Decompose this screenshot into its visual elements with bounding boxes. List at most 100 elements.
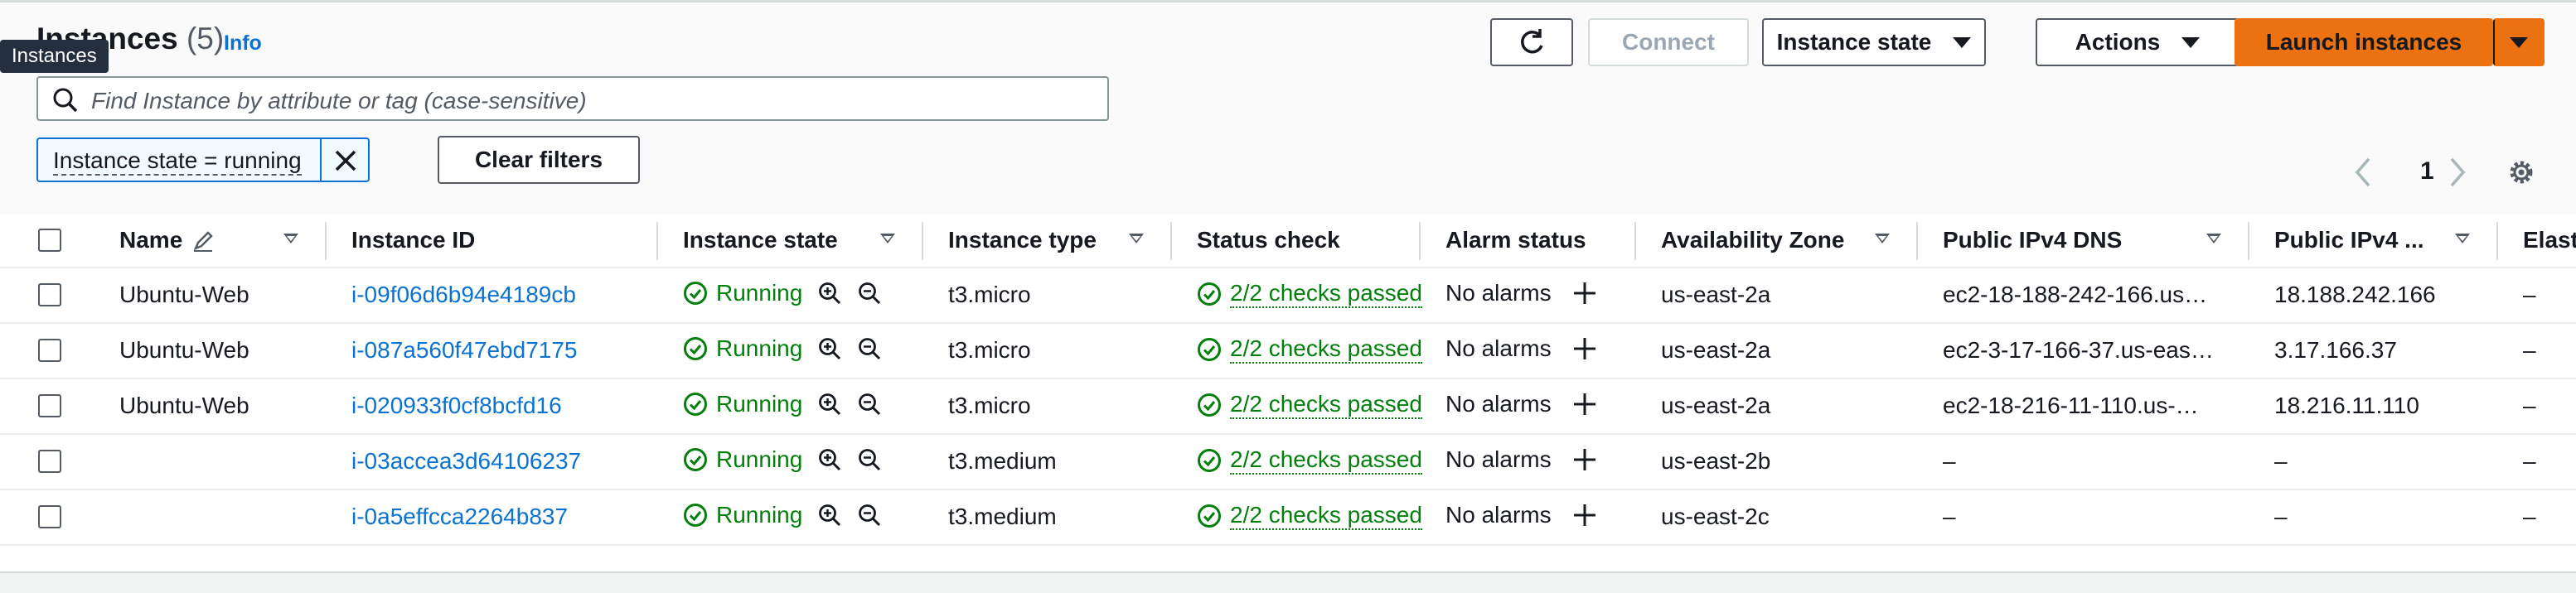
instance-id-link[interactable]: i-0a5effcca2264b837: [351, 504, 568, 530]
row-checkbox[interactable]: [38, 450, 61, 473]
add-alarm-button[interactable]: [1571, 280, 1598, 306]
alarm-status: No alarms: [1445, 446, 1598, 473]
column-divider[interactable]: [922, 222, 923, 260]
zoom-in-button[interactable]: [817, 447, 842, 472]
column-header-alarm-status[interactable]: Alarm status: [1445, 227, 1586, 253]
clear-filters-button[interactable]: Clear filters: [438, 136, 640, 184]
column-divider[interactable]: [656, 222, 658, 260]
column-header-elastic-ip[interactable]: Elast: [2523, 227, 2576, 253]
zoom-out-icon[interactable]: [857, 503, 882, 528]
zoom-in-button[interactable]: [817, 281, 842, 306]
instance-state-label: Running: [716, 391, 803, 417]
launch-instances-button[interactable]: Launch instances: [2235, 18, 2493, 66]
column-header-name[interactable]: Name: [119, 227, 182, 253]
column-header-instance-state[interactable]: Instance state: [683, 227, 838, 253]
add-alarm-button[interactable]: [1571, 446, 1598, 473]
zoom-in-button[interactable]: [817, 336, 842, 361]
chevron-left-icon[interactable]: [2351, 156, 2375, 189]
sort-icon[interactable]: [2206, 234, 2221, 243]
sort-icon[interactable]: [2455, 234, 2470, 243]
row-checkbox[interactable]: [38, 339, 61, 362]
status-check-label[interactable]: 2/2 checks passed: [1230, 280, 1422, 308]
refresh-button[interactable]: [1490, 18, 1573, 66]
zoom-out-button[interactable]: [857, 503, 882, 528]
zoom-out-button[interactable]: [857, 281, 882, 306]
status-check-label[interactable]: 2/2 checks passed: [1230, 446, 1422, 475]
sort-icon[interactable]: [1875, 234, 1890, 243]
zoom-in-icon[interactable]: [817, 392, 842, 417]
row-checkbox[interactable]: [38, 394, 61, 417]
zoom-in-button[interactable]: [817, 392, 842, 417]
column-header-availability-zone[interactable]: Availability Zone: [1661, 227, 1844, 253]
column-header-status-check[interactable]: Status check: [1197, 227, 1340, 253]
add-alarm-icon[interactable]: [1571, 335, 1598, 362]
info-link[interactable]: Info: [224, 31, 262, 55]
row-checkbox[interactable]: [38, 505, 61, 528]
alarm-status: No alarms: [1445, 502, 1598, 528]
zoom-in-icon[interactable]: [817, 336, 842, 361]
alarm-status-label: No alarms: [1445, 280, 1552, 306]
column-divider[interactable]: [2496, 222, 2498, 260]
zoom-out-button[interactable]: [857, 392, 882, 417]
row-checkbox[interactable]: [38, 283, 61, 306]
row-divider: [0, 489, 2576, 490]
zoom-out-icon[interactable]: [857, 447, 882, 472]
instance-id-link[interactable]: i-020933f0cf8bcfd16: [351, 393, 562, 419]
status-check-label[interactable]: 2/2 checks passed: [1230, 502, 1422, 530]
connect-button[interactable]: Connect: [1588, 18, 1749, 66]
header-divider: [0, 267, 2576, 268]
column-header-instance-type[interactable]: Instance type: [948, 227, 1097, 253]
sort-icon[interactable]: [880, 234, 895, 243]
column-divider[interactable]: [1419, 222, 1421, 260]
filter-token-label: Instance state = running: [53, 147, 302, 176]
zoom-out-icon[interactable]: [857, 336, 882, 361]
zoom-in-button[interactable]: [817, 503, 842, 528]
instance-id-link[interactable]: i-09f06d6b94e4189cb: [351, 282, 576, 308]
edit-icon: [193, 231, 213, 252]
bottom-split-panel-bar[interactable]: [0, 571, 2576, 593]
zoom-in-icon[interactable]: [817, 281, 842, 306]
public-ip: 18.188.242.166: [2274, 282, 2436, 307]
add-alarm-icon[interactable]: [1571, 391, 1598, 417]
add-alarm-icon[interactable]: [1571, 502, 1598, 528]
column-header-public-dns[interactable]: Public IPv4 DNS: [1943, 227, 2122, 253]
add-alarm-button[interactable]: [1571, 335, 1598, 362]
add-alarm-button[interactable]: [1571, 502, 1598, 528]
column-divider[interactable]: [1916, 222, 1918, 260]
column-header-instance-id[interactable]: Instance ID: [351, 227, 475, 253]
close-icon[interactable]: [333, 148, 358, 173]
zoom-out-button[interactable]: [857, 336, 882, 361]
zoom-out-button[interactable]: [857, 447, 882, 472]
search-input[interactable]: Find Instance by attribute or tag (case-…: [36, 76, 1109, 121]
column-divider[interactable]: [1170, 222, 1172, 260]
column-divider[interactable]: [1634, 222, 1636, 260]
add-alarm-icon[interactable]: [1571, 446, 1598, 473]
zoom-out-icon[interactable]: [857, 281, 882, 306]
instance-state-label: Running: [716, 335, 803, 361]
sort-icon[interactable]: [1129, 234, 1144, 243]
refresh-icon: [1521, 29, 1543, 54]
column-header-public-ip[interactable]: Public IPv4 ...: [2274, 227, 2424, 253]
add-alarm-button[interactable]: [1571, 391, 1598, 417]
zoom-in-icon[interactable]: [817, 503, 842, 528]
sort-icon[interactable]: [283, 234, 298, 243]
instance-id-link[interactable]: i-087a560f47ebd7175: [351, 337, 577, 364]
gear-icon[interactable]: [2506, 157, 2536, 187]
top-border: [0, 0, 2576, 2]
add-alarm-icon[interactable]: [1571, 280, 1598, 306]
column-divider[interactable]: [2248, 222, 2249, 260]
page-number[interactable]: 1: [2420, 157, 2434, 186]
instance-id-link[interactable]: i-03accea3d64106237: [351, 448, 581, 475]
chevron-right-icon[interactable]: [2445, 156, 2470, 189]
zoom-in-icon[interactable]: [817, 447, 842, 472]
select-all-checkbox[interactable]: [38, 229, 61, 252]
status-check-label[interactable]: 2/2 checks passed: [1230, 391, 1422, 419]
zoom-out-icon[interactable]: [857, 392, 882, 417]
column-divider[interactable]: [325, 222, 327, 260]
actions-button[interactable]: Actions: [2036, 18, 2239, 66]
status-check-label[interactable]: 2/2 checks passed: [1230, 335, 1422, 364]
launch-dropdown-button[interactable]: [2493, 18, 2545, 66]
instance-state-button[interactable]: Instance state: [1762, 18, 1986, 66]
filter-token[interactable]: Instance state = running: [36, 137, 370, 182]
instance-name: Ubuntu-Web: [119, 393, 249, 418]
